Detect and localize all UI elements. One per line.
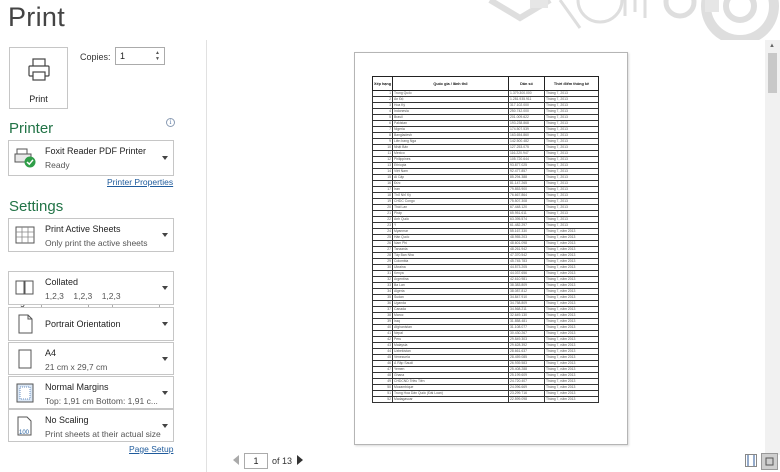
copies-value: 1 (120, 51, 126, 61)
printer-icon (28, 58, 50, 81)
portrait-page-icon (18, 314, 33, 334)
chevron-down-icon (162, 156, 168, 160)
copies-input[interactable]: 1 ▲ ▼ (115, 47, 165, 65)
margins-select[interactable]: Normal Margins Top: 1,91 cm Bottom: 1,91… (8, 376, 174, 409)
print-preview-area: Xếp hạng Quốc gia / lãnh thổ Dân số Thời… (207, 40, 765, 472)
paper-size-title: A4 (45, 348, 57, 358)
chevron-down-icon (162, 233, 168, 237)
scaling-select[interactable]: 100 No Scaling Print sheets at their act… (8, 409, 174, 442)
printer-name: Foxit Reader PDF Printer (45, 146, 147, 156)
chevron-down-icon (162, 390, 168, 395)
printer-properties-link[interactable]: Printer Properties (107, 177, 173, 187)
header-country: Quốc gia / lãnh thổ (392, 76, 509, 91)
chevron-down-icon (162, 356, 168, 361)
copies-label: Copies: (80, 52, 111, 62)
cell-population: 22.599.098 (508, 396, 545, 403)
chevron-down-icon (162, 423, 168, 428)
print-what-title: Print Active Sheets (45, 224, 121, 234)
margins-title: Normal Margins (45, 382, 109, 392)
margins-subtitle: Top: 1,91 cm Bottom: 1,91 c... (45, 396, 158, 406)
printer-select[interactable]: Foxit Reader PDF Printer Ready (8, 140, 174, 176)
scaling-subtitle: Print sheets at their actual size (45, 429, 161, 439)
print-button-label: Print (29, 94, 48, 104)
page-count-label: of 13 (272, 456, 293, 466)
header-population: Dân số (508, 76, 545, 91)
decorative-header-art (450, 0, 780, 40)
show-margins-button[interactable] (745, 454, 757, 467)
cell-date: Tháng 7, năm 2013 (544, 396, 599, 403)
zoom-to-page-icon (765, 457, 774, 466)
zoom-to-page-button[interactable] (761, 453, 778, 470)
previous-page-icon[interactable] (233, 455, 239, 465)
preview-table-body: 1 Trung Quốc 1.379.300.000 Tháng 7, 2013 2 Ấn… (372, 90, 599, 403)
cell-rank: 52 (372, 396, 393, 403)
scroll-thumb[interactable] (768, 53, 777, 93)
collation-select[interactable]: Collated 1,2,3 1,2,3 1,2,3 (8, 271, 174, 305)
scroll-up-icon[interactable]: ▲ (769, 43, 775, 49)
orientation-title: Portrait Orientation (45, 319, 121, 329)
current-page-input[interactable]: 1 (244, 453, 268, 469)
printer-ready-icon (14, 148, 36, 168)
page-title: Print (8, 2, 66, 32)
copies-spinner[interactable]: ▲ ▼ (154, 50, 161, 62)
table-row: 52 Madagascar 22.599.098 Tháng 7, năm 2013 (372, 396, 599, 403)
chevron-down-icon (162, 322, 168, 326)
sheets-icon (15, 226, 35, 244)
collated-icon (15, 280, 34, 295)
vertical-scrollbar[interactable]: ▲ (765, 40, 780, 455)
paper-size-select[interactable]: A4 21 cm x 29,7 cm (8, 342, 174, 375)
svg-text:100: 100 (19, 430, 30, 436)
collation-subtitle: 1,2,3 1,2,3 1,2,3 (45, 291, 121, 301)
info-icon[interactable]: i (166, 118, 175, 127)
cell-country: Madagascar (392, 396, 509, 403)
print-settings-panel: Print Copies: 1 ▲ ▼ Printer i Foxit Reade… (0, 40, 205, 472)
next-page-icon[interactable] (297, 455, 303, 465)
preview-page: Xếp hạng Quốc gia / lãnh thổ Dân số Thời… (354, 52, 628, 445)
settings-heading: Settings (9, 198, 64, 215)
paper-size-icon (18, 349, 32, 369)
header-rank: Xếp hạng (372, 76, 393, 91)
header-date: Thời điểm thống kê (544, 76, 599, 91)
printer-heading: Printer (9, 120, 54, 137)
print-what-select[interactable]: Print Active Sheets Only print the activ… (8, 218, 174, 252)
collation-title: Collated (45, 277, 79, 287)
page-setup-link[interactable]: Page Setup (129, 444, 173, 454)
scaling-title: No Scaling (45, 415, 89, 425)
preview-table-header: Xếp hạng Quốc gia / lãnh thổ Dân số Thời… (372, 76, 599, 91)
print-button[interactable]: Print (9, 47, 68, 109)
print-what-subtitle: Only print the active sheets (45, 238, 148, 248)
show-margins-icon (747, 455, 755, 466)
paper-size-subtitle: 21 cm x 29,7 cm (45, 362, 108, 372)
orientation-select[interactable]: Portrait Orientation (8, 307, 174, 341)
margins-icon (16, 383, 34, 403)
preview-table: Xếp hạng Quốc gia / lãnh thổ Dân số Thời… (372, 76, 599, 403)
chevron-down-icon (162, 286, 168, 290)
scaling-icon: 100 (17, 416, 32, 436)
printer-status: Ready (45, 160, 70, 170)
